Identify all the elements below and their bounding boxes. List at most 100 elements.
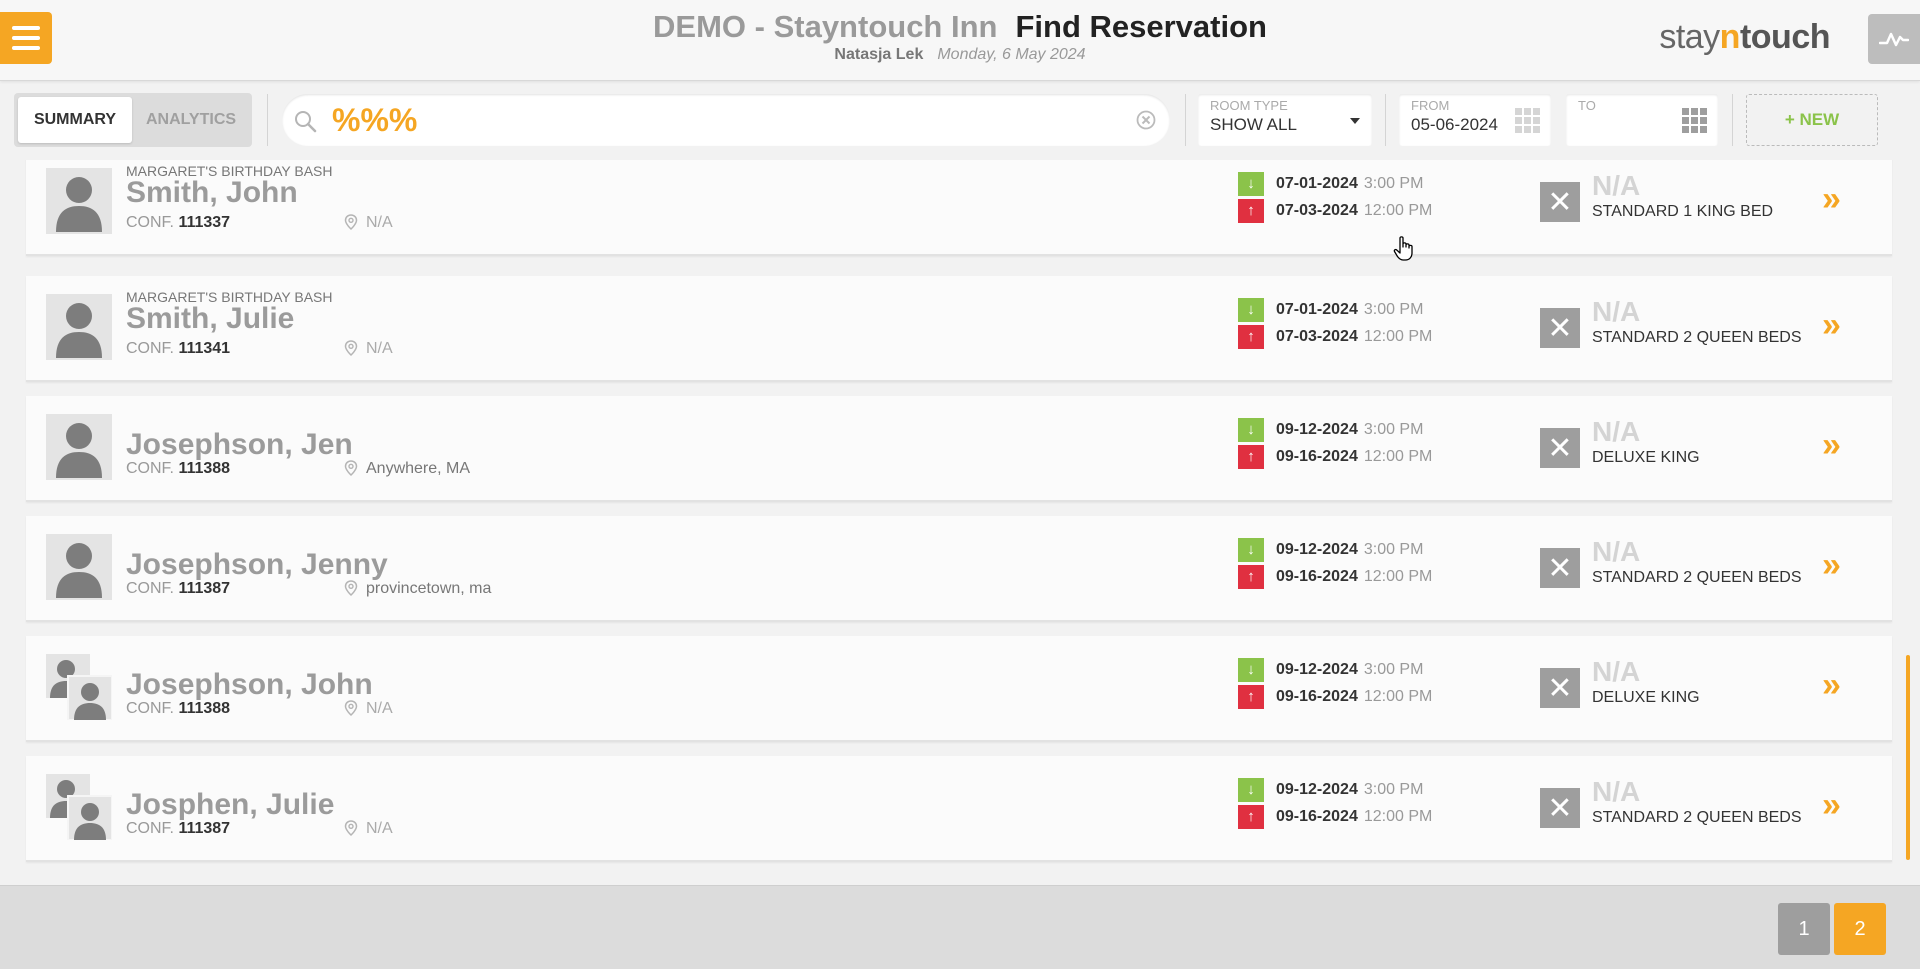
double-chevron-right-icon[interactable]: »: [1822, 546, 1841, 585]
new-reservation-button[interactable]: + NEW: [1746, 94, 1878, 146]
chevron-down-icon: [1350, 118, 1360, 124]
map-pin-icon: [344, 214, 358, 231]
activity-icon: [1879, 32, 1909, 47]
guest-name: Josephson, Jenny: [126, 548, 388, 581]
reservation-card[interactable]: Josephson, Jenny CONF. 111387 provincetown…: [26, 516, 1892, 622]
x-icon: ✕: [1540, 788, 1580, 828]
room-number: N/A: [1592, 776, 1641, 807]
arrow-up-icon: ↑: [1238, 684, 1264, 709]
room-type-select[interactable]: ROOM TYPE SHOW ALL: [1198, 94, 1372, 146]
page-2-button[interactable]: 2: [1834, 903, 1886, 955]
double-chevron-right-icon[interactable]: »: [1822, 426, 1841, 465]
divider: [1732, 94, 1733, 146]
stay-dates: ↓ 07-01-2024 3:00 PM ↑ 07-03-2024 12:00 PM: [1238, 170, 1432, 224]
tab-summary[interactable]: SUMMARY: [18, 97, 132, 143]
guest-location: N/A: [344, 820, 393, 838]
map-pin-icon: [344, 580, 358, 597]
arrival-row: ↓ 09-12-2024 3:00 PM: [1238, 536, 1432, 563]
arrival-row: ↓ 07-01-2024 3:00 PM: [1238, 296, 1432, 323]
page-1-button[interactable]: 1: [1778, 903, 1830, 955]
guest-avatar: [46, 654, 113, 721]
stay-dates: ↓ 09-12-2024 3:00 PM ↑ 09-16-2024 12:00 PM: [1238, 656, 1432, 710]
arrow-down-icon: ↓: [1238, 657, 1264, 682]
stay-dates: ↓ 09-12-2024 3:00 PM ↑ 09-16-2024 12:00 PM: [1238, 776, 1432, 830]
x-icon: ✕: [1540, 182, 1580, 222]
guest-avatar: [46, 294, 112, 360]
from-date-field[interactable]: FROM 05-06-2024: [1399, 94, 1551, 146]
app-header: DEMO - Stayntouch Inn Find Reservation Na…: [0, 0, 1920, 81]
reservation-card[interactable]: Josphen, Julie CONF. 111387 N/A ↓ 09-12-2024…: [26, 756, 1892, 862]
tab-analytics[interactable]: ANALYTICS: [134, 97, 248, 143]
confirmation-number: CONF. 111387: [126, 580, 231, 597]
arrival-row: ↓ 09-12-2024 3:00 PM: [1238, 656, 1432, 683]
x-icon: ✕: [1540, 428, 1580, 468]
page-title: Find Reservation: [1015, 9, 1267, 44]
departure-row: ↑ 09-16-2024 12:00 PM: [1238, 563, 1432, 590]
pagination-bar: 1 2: [0, 885, 1920, 969]
confirmation-number: CONF. 111388: [126, 460, 231, 477]
divider: [267, 94, 268, 146]
guest-name: Smith, Julie: [126, 302, 295, 335]
room-number: N/A: [1592, 296, 1641, 327]
search-icon: [295, 111, 317, 133]
view-toggle: SUMMARY ANALYTICS: [14, 93, 252, 147]
double-chevron-right-icon[interactable]: »: [1822, 786, 1841, 825]
guest-name: Josphen, Julie: [126, 788, 335, 821]
arrow-up-icon: ↑: [1238, 444, 1264, 469]
guest-name: Smith, John: [126, 176, 298, 209]
arrow-up-icon: ↑: [1238, 324, 1264, 349]
map-pin-icon: [344, 820, 358, 837]
reservation-card[interactable]: Josephson, Jen CONF. 111388 Anywhere, MA ↓ 0…: [26, 396, 1892, 502]
hand-cursor-icon: [1393, 236, 1413, 261]
activity-button[interactable]: [1868, 14, 1920, 64]
room-number: N/A: [1592, 416, 1641, 447]
search-query: %%%: [332, 102, 418, 138]
room-type: DELUXE KING: [1592, 449, 1700, 466]
double-chevron-right-icon[interactable]: »: [1822, 306, 1841, 345]
x-icon: ✕: [1540, 308, 1580, 348]
guest-location: N/A: [344, 700, 393, 718]
stay-dates: ↓ 09-12-2024 3:00 PM ↑ 09-16-2024 12:00 PM: [1238, 416, 1432, 470]
list-scrollbar[interactable]: [1906, 655, 1910, 860]
guest-location: N/A: [344, 340, 393, 358]
confirmation-number: CONF. 111388: [126, 700, 231, 717]
guest-avatar: [46, 414, 112, 480]
arrow-down-icon: ↓: [1238, 171, 1264, 196]
arrival-row: ↓ 09-12-2024 3:00 PM: [1238, 416, 1432, 443]
room-type-value: SHOW ALL: [1210, 115, 1297, 134]
reservation-card[interactable]: MARGARET'S BIRTHDAY BASH Smith, Julie CONF…: [26, 276, 1892, 382]
arrow-down-icon: ↓: [1238, 537, 1264, 562]
reservation-card[interactable]: Josephson, John CONF. 111388 N/A ↓ 09-12-202…: [26, 636, 1892, 742]
arrow-up-icon: ↑: [1238, 804, 1264, 829]
departure-row: ↑ 07-03-2024 12:00 PM: [1238, 197, 1432, 224]
double-chevron-right-icon[interactable]: »: [1822, 180, 1841, 219]
arrow-up-icon: ↑: [1238, 198, 1264, 223]
double-chevron-right-icon[interactable]: »: [1822, 666, 1841, 705]
stay-dates: ↓ 09-12-2024 3:00 PM ↑ 09-16-2024 12:00 PM: [1238, 536, 1432, 590]
search-input[interactable]: %%%: [282, 94, 1170, 146]
title-block: DEMO - Stayntouch Inn Find Reservation Na…: [0, 8, 1920, 64]
arrival-row: ↓ 09-12-2024 3:00 PM: [1238, 776, 1432, 803]
room-type: STANDARD 1 KING BED: [1592, 203, 1774, 220]
to-date-field[interactable]: TO: [1566, 94, 1718, 146]
business-date: Monday, 6 May 2024: [937, 46, 1086, 63]
confirmation-number: CONF. 111337: [126, 214, 231, 231]
arrow-down-icon: ↓: [1238, 297, 1264, 322]
guest-location: Anywhere, MA: [344, 460, 470, 478]
guest-name: Josephson, John: [126, 668, 373, 701]
arrow-down-icon: ↓: [1238, 777, 1264, 802]
user-name: Natasja Lek: [834, 46, 924, 63]
guest-location: provincetown, ma: [344, 580, 491, 598]
arrow-down-icon: ↓: [1238, 417, 1264, 442]
reservation-card[interactable]: MARGARET'S BIRTHDAY BASH Smith, John CONF.…: [26, 160, 1892, 256]
room-number: N/A: [1592, 656, 1641, 687]
room-number: N/A: [1592, 536, 1641, 567]
room-type: DELUXE KING: [1592, 689, 1700, 706]
x-icon: ✕: [1540, 548, 1580, 588]
clear-circle-icon[interactable]: [1136, 110, 1156, 130]
room-number: N/A: [1592, 170, 1641, 201]
calendar-grid-icon: [1682, 108, 1707, 133]
guest-avatar: [46, 774, 113, 841]
departure-row: ↑ 07-03-2024 12:00 PM: [1238, 323, 1432, 350]
arrow-up-icon: ↑: [1238, 564, 1264, 589]
